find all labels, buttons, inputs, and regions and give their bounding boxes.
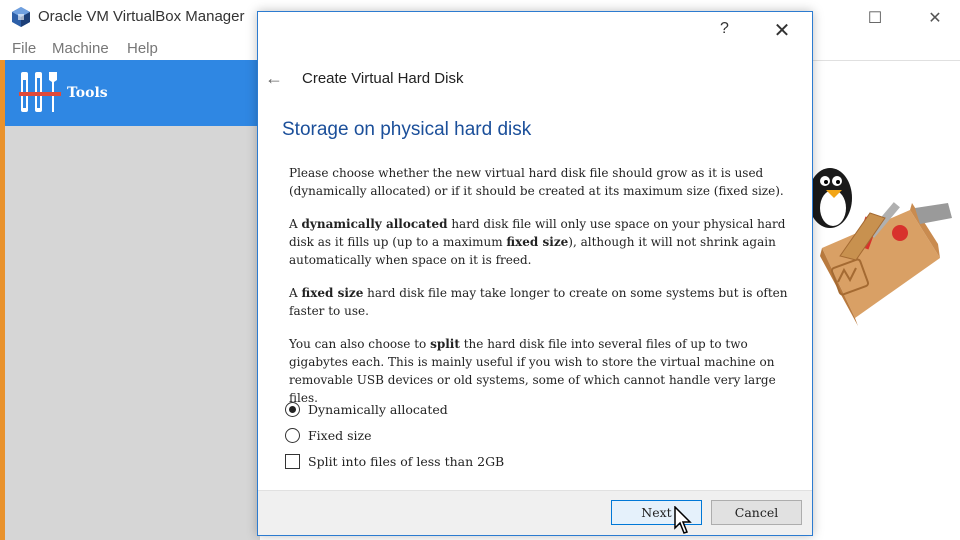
back-arrow-icon[interactable]: ← [265, 68, 283, 89]
page-title: Storage on physical hard disk [282, 119, 532, 140]
text-span: A [289, 217, 302, 231]
text-span: A [289, 286, 302, 300]
sidebar-item-label: Tools [67, 85, 108, 101]
create-virtual-hard-disk-dialog: ? ✕ ← Create Virtual Hard Disk Storage o… [257, 11, 813, 536]
maximize-button[interactable]: ☐ [850, 0, 900, 36]
dynamic-description-paragraph: A dynamically allocated hard disk file w… [289, 215, 799, 269]
radio-label: Dynamically allocated [308, 402, 448, 417]
text-span: hard disk file may take longer to create… [289, 286, 788, 318]
radio-dynamically-allocated[interactable]: Dynamically allocated [285, 402, 448, 417]
tux-toolbox-icon [808, 168, 952, 326]
tools-icon [19, 72, 61, 112]
mouse-cursor-icon [674, 506, 692, 534]
radio-button[interactable] [285, 428, 300, 443]
checkbox[interactable] [285, 454, 300, 469]
checkbox-label: Split into files of less than 2GB [308, 454, 505, 469]
bold-term: split [430, 337, 460, 351]
bold-term: fixed size [301, 286, 364, 300]
menu-file[interactable]: File [12, 40, 36, 57]
radio-label: Fixed size [308, 428, 372, 443]
menu-machine[interactable]: Machine [52, 40, 109, 57]
checkbox-split-files[interactable]: Split into files of less than 2GB [285, 454, 504, 469]
text-span: You can also choose to [289, 337, 431, 351]
description-paragraph: Please choose whether the new virtual ha… [289, 166, 784, 198]
radio-button[interactable] [285, 402, 300, 417]
divider [812, 60, 960, 61]
menu-help[interactable]: Help [127, 40, 158, 57]
virtualbox-logo-icon [12, 7, 30, 27]
bold-term: dynamically allocated [301, 217, 448, 231]
sidebar-item-tools[interactable]: Tools [5, 60, 260, 126]
fixed-description-paragraph: A fixed size hard disk file may take lon… [289, 284, 799, 320]
split-description-paragraph: You can also choose to split the hard di… [289, 335, 799, 407]
cancel-button[interactable]: Cancel [711, 500, 802, 525]
dialog-close-button[interactable]: ✕ [766, 16, 798, 44]
dialog-title: Create Virtual Hard Disk [302, 70, 464, 87]
close-button[interactable]: ✕ [910, 0, 960, 36]
help-button[interactable]: ? [720, 20, 729, 38]
radio-fixed-size[interactable]: Fixed size [285, 428, 372, 443]
window-title: Oracle VM VirtualBox Manager [38, 8, 245, 25]
machine-list-pane[interactable] [5, 126, 260, 540]
bold-term: fixed size [506, 235, 569, 249]
